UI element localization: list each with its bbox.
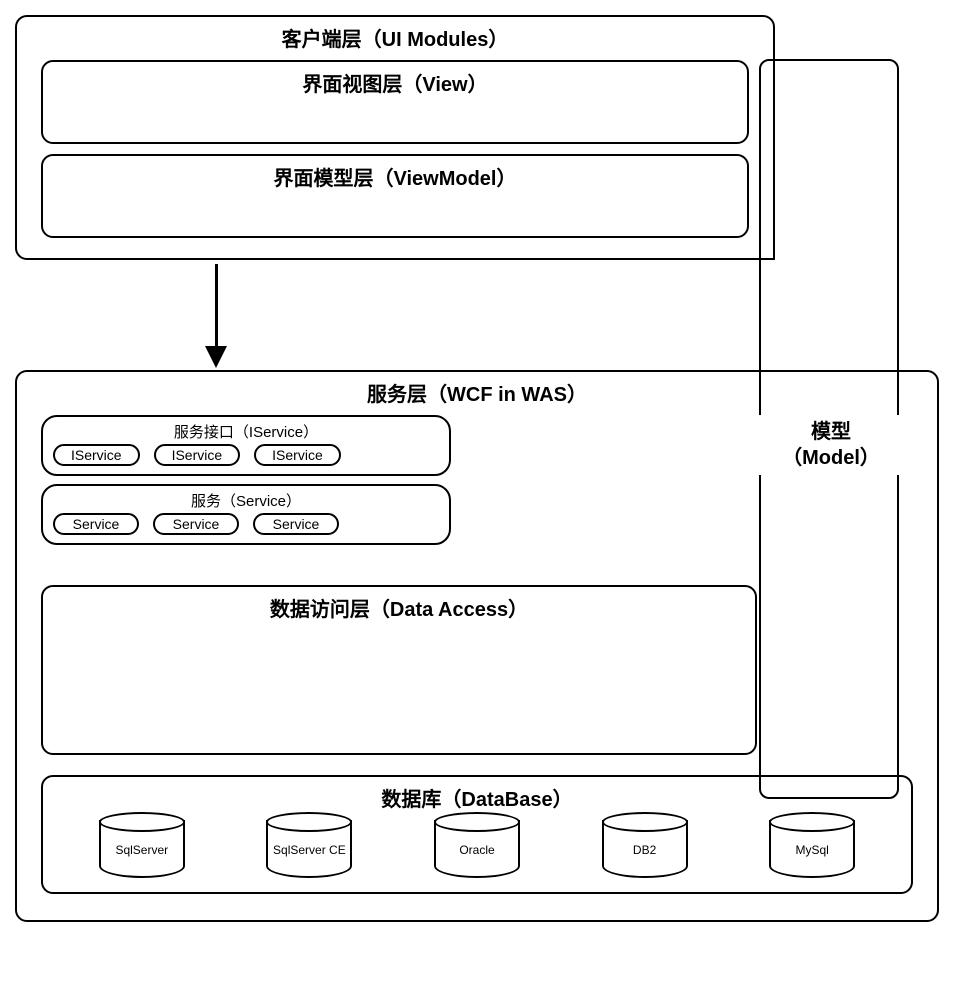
db-label: Oracle bbox=[459, 844, 494, 857]
model-label-line1: 模型 bbox=[811, 421, 851, 443]
client-layer-title: 客户端层（UI Modules） bbox=[17, 17, 773, 54]
db-label: MySql bbox=[796, 844, 829, 857]
view-layer-box: 界面视图层（View） bbox=[41, 60, 749, 144]
db-cylinder-icon: SqlServer bbox=[99, 820, 185, 878]
view-layer-title: 界面视图层（View） bbox=[43, 62, 747, 99]
iservice-group-title: 服务接口（IService） bbox=[49, 419, 443, 444]
db-cylinder-icon: MySql bbox=[769, 820, 855, 878]
database-row: SqlServer SqlServer CE Oracle DB2 MySql bbox=[43, 814, 911, 880]
service-group-box: 服务（Service） Service Service Service bbox=[41, 484, 451, 545]
service-item: Service bbox=[253, 513, 339, 535]
model-label-line2: （Model） bbox=[782, 447, 880, 469]
iservice-group-box: 服务接口（IService） IService IService IServic… bbox=[41, 415, 451, 476]
data-access-title: 数据访问层（Data Access） bbox=[43, 587, 755, 624]
model-layer-label: 模型 （Model） bbox=[741, 415, 921, 475]
service-row: Service Service Service bbox=[49, 513, 443, 535]
service-group-title: 服务（Service） bbox=[49, 488, 443, 513]
iservice-item: IService bbox=[254, 444, 341, 466]
service-item: Service bbox=[53, 513, 139, 535]
service-item: Service bbox=[153, 513, 239, 535]
client-layer-box: 客户端层（UI Modules） 界面视图层（View） 界面模型层（ViewM… bbox=[15, 15, 775, 260]
viewmodel-layer-box: 界面模型层（ViewModel） bbox=[41, 154, 749, 238]
db-cylinder-icon: DB2 bbox=[602, 820, 688, 878]
viewmodel-layer-title: 界面模型层（ViewModel） bbox=[43, 156, 747, 193]
db-cylinder-icon: SqlServer CE bbox=[266, 820, 352, 878]
db-label: SqlServer bbox=[115, 844, 168, 857]
architecture-diagram: 客户端层（UI Modules） 界面视图层（View） 界面模型层（ViewM… bbox=[15, 15, 939, 922]
iservice-item: IService bbox=[53, 444, 140, 466]
arrow-line bbox=[215, 264, 218, 348]
arrow-client-to-service bbox=[15, 260, 775, 370]
db-cylinder-icon: Oracle bbox=[434, 820, 520, 878]
db-label: DB2 bbox=[633, 844, 656, 857]
arrow-head-icon bbox=[205, 346, 227, 368]
data-access-box: 数据访问层（Data Access） bbox=[41, 585, 757, 755]
iservice-item: IService bbox=[154, 444, 241, 466]
db-label: SqlServer CE bbox=[273, 844, 346, 857]
iservice-row: IService IService IService bbox=[49, 444, 443, 466]
